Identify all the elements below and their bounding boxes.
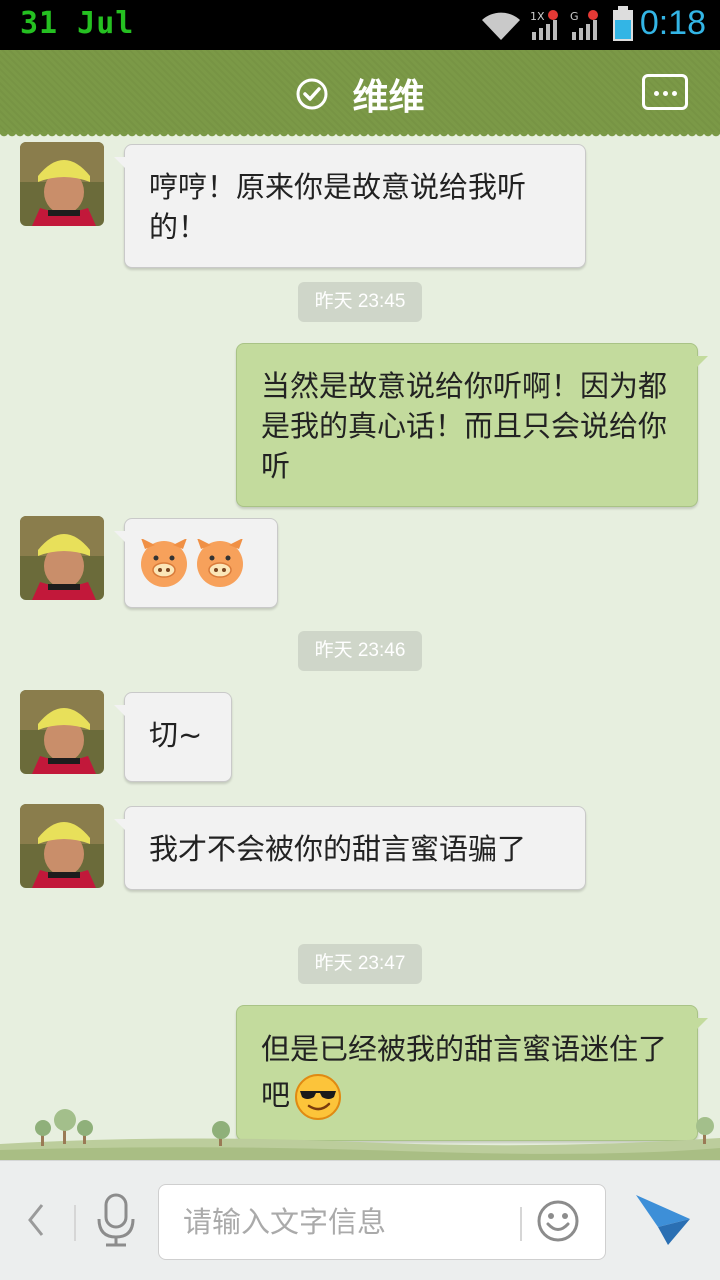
avatar-photo <box>20 690 104 774</box>
avatar-photo <box>20 516 104 600</box>
signal-g-icon: G <box>570 10 598 40</box>
divider <box>520 1207 522 1241</box>
status-time: 0:18 <box>639 4 706 42</box>
message-input-bar <box>0 1160 720 1280</box>
battery-icon <box>613 6 633 41</box>
status-bar: 31 Jul 1X G 0:18 <box>0 0 720 50</box>
timestamp-label: 昨天 23:47 <box>298 944 422 984</box>
title-area: 维维 <box>0 68 720 120</box>
contact-avatar[interactable] <box>20 690 104 774</box>
verified-check-icon <box>296 78 328 110</box>
message-bubble-incoming[interactable]: 切~ <box>114 692 232 782</box>
send-icon[interactable] <box>634 1193 692 1247</box>
contact-avatar[interactable] <box>20 516 104 600</box>
avatar-photo <box>20 142 104 226</box>
svg-text:1X: 1X <box>530 10 545 23</box>
divider <box>74 1205 76 1241</box>
message-list[interactable]: 哼哼！原来你是故意说给我听的！ 昨天 23:45 当然是故意说给你听啊！因为都是… <box>0 134 720 1160</box>
landscape-decoration <box>0 1109 720 1160</box>
contact-avatar[interactable] <box>20 142 104 226</box>
page-title: 维维 <box>352 77 425 118</box>
signal-1x-icon: 1X <box>530 10 558 40</box>
svg-text:G: G <box>570 10 579 23</box>
message-bubble-incoming[interactable]: 哼哼！原来你是故意说给我听的！ <box>114 144 586 268</box>
message-bubble-incoming[interactable]: 我才不会被你的甜言蜜语骗了 <box>114 806 586 890</box>
pig-face-icon <box>141 538 187 587</box>
chat-info-button[interactable] <box>642 74 688 110</box>
avatar-photo <box>20 804 104 888</box>
message-text: 切~ <box>149 718 203 752</box>
wifi-icon <box>482 12 520 40</box>
microphone-icon[interactable] <box>94 1193 138 1249</box>
pig-stickers <box>141 538 243 587</box>
message-text: 我才不会被你的甜言蜜语骗了 <box>149 832 527 866</box>
chevron-left-icon[interactable] <box>26 1203 46 1237</box>
contact-avatar[interactable] <box>20 804 104 888</box>
status-date: 31 Jul <box>20 6 135 41</box>
pig-face-icon <box>197 538 243 587</box>
emoji-icon[interactable] <box>536 1199 580 1243</box>
timestamp-label: 昨天 23:45 <box>298 282 422 322</box>
message-text: 当然是故意说给你听啊！因为都是我的真心话！而且只会说给你听 <box>261 369 668 483</box>
timestamp-label: 昨天 23:46 <box>298 631 422 671</box>
message-bubble-outgoing[interactable]: 当然是故意说给你听啊！因为都是我的真心话！而且只会说给你听 <box>236 343 708 507</box>
message-bubble-incoming[interactable] <box>114 518 278 608</box>
message-text: 哼哼！原来你是故意说给我听的！ <box>149 170 527 244</box>
chat-header: 维维 <box>0 50 720 140</box>
